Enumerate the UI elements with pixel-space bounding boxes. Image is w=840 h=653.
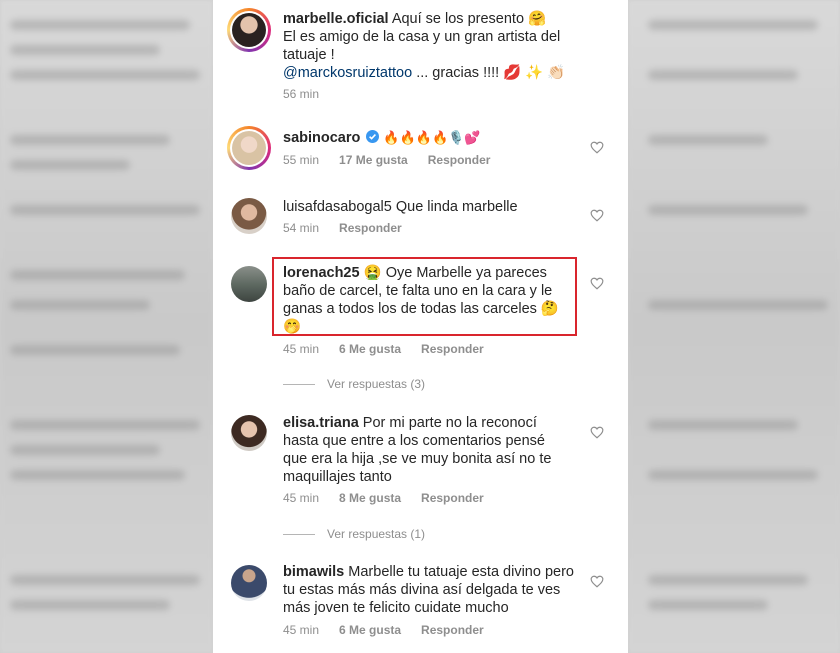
avatar[interactable]	[227, 126, 271, 170]
comment-text: marbelle.oficial Aquí se los presento 🤗 …	[283, 10, 573, 82]
comment-body: El es amigo de la casa y un gran artista…	[283, 29, 561, 63]
comment-time[interactable]: 54 min	[283, 221, 319, 235]
heart-icon[interactable]	[590, 209, 604, 222]
reply-button[interactable]: Responder	[421, 623, 484, 637]
comment-meta: 55 min 17 Me gusta Responder	[283, 153, 490, 167]
likes-count[interactable]: 6 Me gusta	[339, 342, 401, 356]
username[interactable]: sabinocaro	[283, 130, 360, 146]
mention-link[interactable]: @marckosruiztattoo	[283, 65, 412, 81]
likes-count[interactable]: 8 Me gusta	[339, 491, 401, 505]
comment-meta: 45 min 6 Me gusta Responder	[283, 623, 484, 637]
avatar[interactable]	[231, 266, 267, 302]
avatar[interactable]	[231, 415, 267, 451]
view-replies-link[interactable]: Ver respuestas (3)	[283, 377, 425, 391]
username[interactable]: luisafdasabogal5	[283, 199, 392, 215]
comment-text: sabinocaro 🔥🔥🔥🔥🎙️💕	[283, 129, 573, 148]
reply-button[interactable]: Responder	[421, 491, 484, 505]
reply-button[interactable]: Responder	[428, 153, 491, 167]
blurred-background-right	[628, 0, 840, 653]
view-replies-label[interactable]: Ver respuestas (3)	[327, 377, 425, 391]
username[interactable]: marbelle.oficial	[283, 11, 389, 27]
divider	[283, 533, 315, 535]
view-replies-label[interactable]: Ver respuestas (1)	[327, 527, 425, 541]
highlight-box	[272, 257, 577, 336]
comment-time[interactable]: 56 min	[283, 87, 319, 101]
verified-badge-icon	[366, 130, 380, 143]
comment-time[interactable]: 45 min	[283, 623, 319, 637]
reply-button[interactable]: Responder	[421, 342, 484, 356]
comment-text: luisafdasabogal5 Que linda marbelle	[283, 198, 573, 216]
view-replies-link[interactable]: Ver respuestas (1)	[283, 527, 425, 541]
comment-meta: 45 min 8 Me gusta Responder	[283, 491, 484, 505]
blurred-background-left	[0, 0, 213, 653]
comment-body: Que linda marbelle	[395, 199, 518, 215]
avatar[interactable]	[231, 198, 267, 234]
comment-body: 🔥🔥🔥🔥🎙️💕	[383, 131, 481, 146]
heart-icon[interactable]	[590, 426, 604, 439]
heart-icon[interactable]	[590, 141, 604, 154]
username[interactable]: elisa.triana	[283, 415, 359, 431]
likes-count[interactable]: 6 Me gusta	[339, 623, 401, 637]
divider	[283, 383, 315, 385]
comment-time[interactable]: 45 min	[283, 491, 319, 505]
comment-meta: 54 min Responder	[283, 221, 402, 235]
comment-meta: 45 min 6 Me gusta Responder	[283, 342, 484, 356]
avatar[interactable]	[227, 8, 271, 52]
comment-time[interactable]: 55 min	[283, 153, 319, 167]
reply-button[interactable]: Responder	[339, 221, 402, 235]
heart-icon[interactable]	[590, 277, 604, 290]
comment-body: ... gracias !!!! 💋 ✨ 👏🏻	[416, 65, 566, 81]
likes-count[interactable]: 17 Me gusta	[339, 153, 408, 167]
comment-text: elisa.triana Por mi parte no la reconocí…	[283, 414, 573, 486]
username[interactable]: bimawils	[283, 564, 344, 580]
comment-body: Aquí se los presento 🤗	[391, 11, 547, 27]
comment-text: bimawils Marbelle tu tatuaje esta divino…	[283, 563, 575, 617]
comment-time[interactable]: 45 min	[283, 342, 319, 356]
comment-meta: 56 min	[283, 87, 319, 101]
avatar[interactable]	[231, 565, 267, 601]
heart-icon[interactable]	[590, 575, 604, 588]
